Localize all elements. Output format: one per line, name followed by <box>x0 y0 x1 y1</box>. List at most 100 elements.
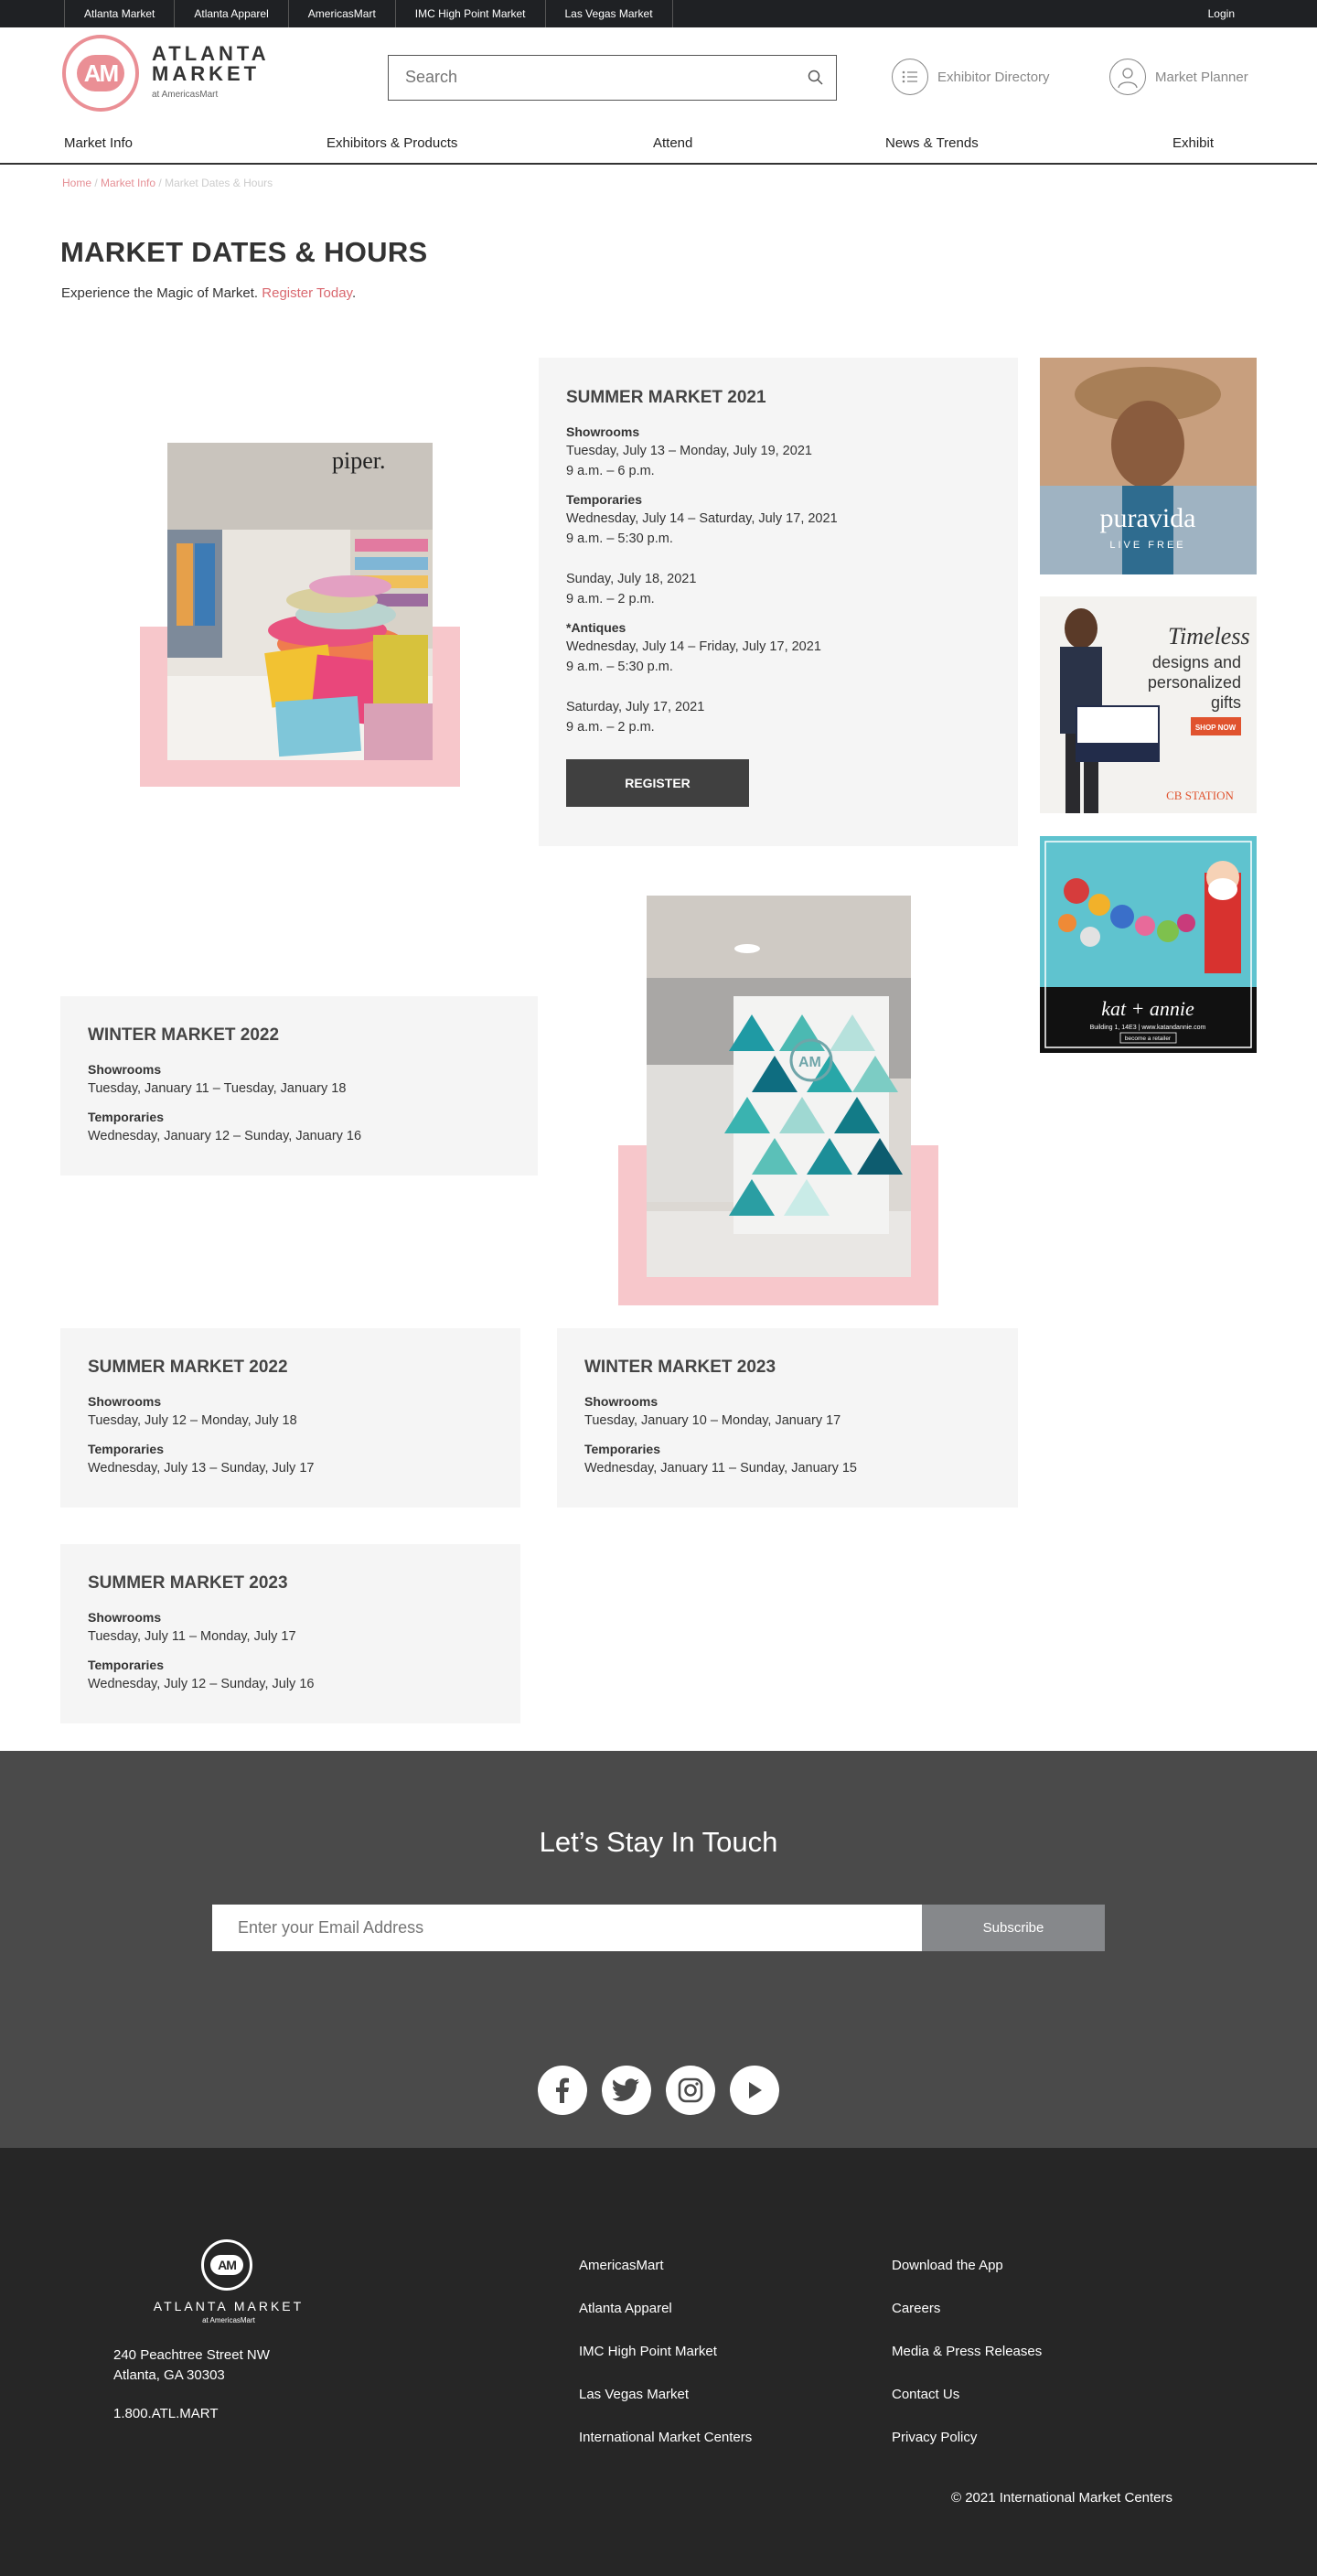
summer-2021-card: SUMMER MARKET 2021 Showrooms Tuesday, Ju… <box>539 358 1018 846</box>
youtube-play-icon[interactable] <box>730 2066 779 2115</box>
intro-copy: Experience the Magic of Market. <box>61 285 262 301</box>
exhibitor-directory-link[interactable]: Exhibitor Directory <box>892 57 1050 97</box>
register-today-link[interactable]: Register Today <box>262 285 352 301</box>
footer-link-imc-high-point[interactable]: IMC High Point Market <box>579 2344 717 2359</box>
footer-link-americasmart[interactable]: AmericasMart <box>579 2258 664 2273</box>
ad-cb-station-image: Timeless designs and personalized gifts … <box>1040 596 1257 813</box>
temporaries-dates: Wednesday, January 12 – Sunday, January … <box>88 1129 362 1143</box>
ad-puravida-tagline: LIVE FREE <box>1109 540 1185 551</box>
nav-news-trends[interactable]: News & Trends <box>885 135 979 151</box>
ad-cb-shop-now: SHOP NOW <box>1195 724 1237 732</box>
market-planner-link[interactable]: Market Planner <box>1109 57 1248 97</box>
ad-kat-annie-cta: become a retailer <box>1125 1036 1172 1042</box>
logo-monogram: AM <box>77 55 124 91</box>
antiques-saturday-date: Saturday, July 17, 2021 <box>566 700 705 714</box>
showrooms-dates: Tuesday, July 13 – Monday, July 19, 2021 <box>566 444 812 458</box>
ad-cb-brand: CB STATION <box>1166 789 1234 802</box>
topbar-link-americasmart[interactable]: AmericasMart <box>289 0 396 27</box>
breadcrumb-sep: / <box>155 177 166 189</box>
ad-puravida[interactable]: puravida LIVE FREE <box>1040 358 1257 574</box>
summer-2022-card: SUMMER MARKET 2022 Showrooms Tuesday, Ju… <box>60 1328 520 1508</box>
newsletter-heading: Let’s Stay In Touch <box>539 1826 778 1858</box>
ad-cb-line-4: gifts <box>1211 693 1241 712</box>
temporaries-dates: Wednesday, July 13 – Sunday, July 17 <box>88 1461 315 1476</box>
breadcrumb-sep: / <box>91 177 102 189</box>
footer-link-media[interactable]: Media & Press Releases <box>892 2344 1042 2359</box>
temporaries-heading: Temporaries <box>88 1658 164 1672</box>
footer-link-atlanta-apparel[interactable]: Atlanta Apparel <box>579 2301 672 2316</box>
ad-cb-station[interactable]: Timeless designs and personalized gifts … <box>1040 596 1257 813</box>
twitter-icon[interactable] <box>602 2066 651 2115</box>
showrooms-dates: Tuesday, July 12 – Monday, July 18 <box>88 1413 297 1428</box>
footer-address-line-1: 240 Peachtree Street NW <box>113 2347 270 2363</box>
temporaries-dates: Wednesday, July 12 – Sunday, July 16 <box>88 1677 315 1691</box>
temporaries-sunday-date: Sunday, July 18, 2021 <box>566 572 697 586</box>
ad-kat-annie-info: Building 1, 14E3 | www.katandannie.com <box>1090 1025 1206 1031</box>
antiques-saturday-hours: 9 a.m. – 2 p.m. <box>566 720 655 735</box>
breadcrumb-home[interactable]: Home <box>62 177 91 189</box>
showrooms-heading: Showrooms <box>88 1394 162 1409</box>
footer-phone[interactable]: 1.800.ATL.MART <box>113 2406 219 2421</box>
footer-logo-monogram: AM <box>210 2255 243 2275</box>
ad-cb-line-3: personalized <box>1148 673 1241 692</box>
card-title: WINTER MARKET 2022 <box>88 1025 280 1045</box>
topbar-link-atlanta-apparel[interactable]: Atlanta Apparel <box>175 0 289 27</box>
footer-brand-sub: at AmericasMart <box>202 2316 255 2324</box>
temporaries-heading: Temporaries <box>566 492 642 507</box>
topbar-link-atlanta-market[interactable]: Atlanta Market <box>64 0 176 27</box>
breadcrumb-market-info[interactable]: Market Info <box>101 177 155 189</box>
ad-kat-annie[interactable]: kat + annie Building 1, 14E3 | www.katan… <box>1040 836 1257 1053</box>
page-title: MARKET DATES & HOURS <box>60 236 428 268</box>
footer-link-privacy[interactable]: Privacy Policy <box>892 2430 977 2445</box>
footer-link-contact[interactable]: Contact Us <box>892 2387 959 2402</box>
card-title: WINTER MARKET 2023 <box>584 1358 776 1377</box>
newsletter-section: Let’s Stay In Touch Subscribe <box>0 1751 1317 2148</box>
showrooms-hours: 9 a.m. – 6 p.m. <box>566 464 655 478</box>
showroom-photo: piper. <box>167 443 433 760</box>
winter-2023-card: WINTER MARKET 2023 Showrooms Tuesday, Ja… <box>557 1328 1018 1508</box>
copyright: © 2021 International Market Centers <box>951 2490 1173 2506</box>
atrium-photo: AM <box>647 896 911 1277</box>
search-input[interactable] <box>405 56 789 98</box>
breadcrumb-current: Market Dates & Hours <box>165 177 273 189</box>
temporaries-sunday-hours: 9 a.m. – 2 p.m. <box>566 592 655 606</box>
topbar-link-las-vegas[interactable]: Las Vegas Market <box>546 0 673 27</box>
top-utility-bar: Atlanta Market Atlanta Apparel AmericasM… <box>0 0 1317 27</box>
subscribe-button[interactable]: Subscribe <box>922 1905 1105 1951</box>
instagram-icon[interactable] <box>666 2066 715 2115</box>
list-icon <box>892 59 928 95</box>
facebook-icon[interactable] <box>538 2066 587 2115</box>
main-nav: Market Info Exhibitors & Products Attend… <box>0 128 1317 165</box>
footer-logo-mark[interactable]: AM <box>201 2239 252 2291</box>
showrooms-dates: Tuesday, January 10 – Monday, January 17 <box>584 1413 841 1428</box>
nav-attend[interactable]: Attend <box>653 135 692 151</box>
nav-market-info[interactable]: Market Info <box>64 135 133 151</box>
footer-link-careers[interactable]: Careers <box>892 2301 940 2316</box>
temporaries-hours: 9 a.m. – 5:30 p.m. <box>566 531 673 546</box>
register-button[interactable]: REGISTER <box>566 759 749 807</box>
search-icon[interactable] <box>807 69 825 87</box>
login-link[interactable]: Login <box>1208 0 1235 27</box>
temporaries-heading: Temporaries <box>88 1110 164 1124</box>
card-title: SUMMER MARKET 2021 <box>566 388 766 407</box>
piper-sign: piper. <box>332 447 386 474</box>
network-links: Atlanta Market Atlanta Apparel AmericasM… <box>64 0 673 27</box>
nav-exhibit[interactable]: Exhibit <box>1172 135 1214 151</box>
footer-link-las-vegas[interactable]: Las Vegas Market <box>579 2387 689 2402</box>
nav-exhibitors-products[interactable]: Exhibitors & Products <box>327 135 457 151</box>
card-title: SUMMER MARKET 2022 <box>88 1358 288 1377</box>
footer-link-imc[interactable]: International Market Centers <box>579 2430 752 2445</box>
ad-kat-annie-image: kat + annie Building 1, 14E3 | www.katan… <box>1040 836 1257 1053</box>
summer-2023-card: SUMMER MARKET 2023 Showrooms Tuesday, Ju… <box>60 1544 520 1723</box>
atrium-photo-image: AM <box>647 896 911 1277</box>
logo-line-1: ATLANTA <box>152 42 270 65</box>
email-input[interactable] <box>212 1905 922 1951</box>
showrooms-dates: Tuesday, July 11 – Monday, July 17 <box>88 1629 296 1644</box>
topbar-link-imc-high-point[interactable]: IMC High Point Market <box>396 0 546 27</box>
footer-link-download-app[interactable]: Download the App <box>892 2258 1003 2273</box>
logo-wordmark: ATLANTA MARKET <box>152 44 270 84</box>
